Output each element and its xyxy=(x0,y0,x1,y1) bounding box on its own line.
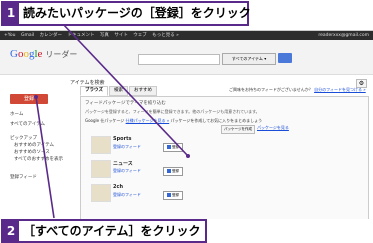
callout-step-text: 読みたいパッケージの［登録］をクリック xyxy=(23,6,251,20)
callout-step-2: 2 ［すべてのアイテム］をクリック xyxy=(1,219,207,243)
callout-step-number: 2 xyxy=(3,221,19,241)
leader-dot-2 xyxy=(34,95,38,99)
leader-line-1 xyxy=(61,22,189,157)
callout-step-number: 1 xyxy=(3,3,19,24)
leader-line-2 xyxy=(35,96,55,219)
callout-step-text: ［すべてのアイテム］をクリック xyxy=(23,224,201,238)
callout-leader-lines xyxy=(34,22,190,219)
callout-step-1: 1 読みたいパッケージの［登録］をクリック xyxy=(1,1,251,26)
leader-dot-1 xyxy=(186,154,190,158)
